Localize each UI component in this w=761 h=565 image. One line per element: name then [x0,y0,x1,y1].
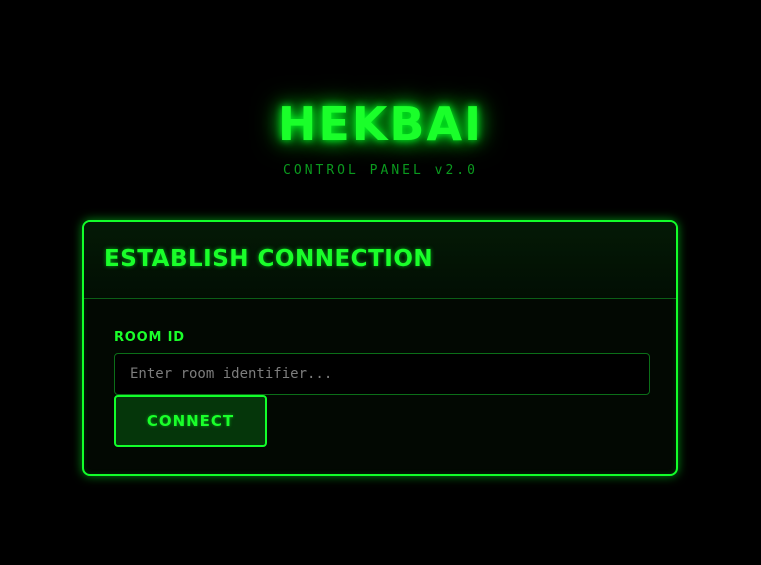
app-logo: HEKBAI [277,97,484,151]
card-title: ESTABLISH CONNECTION [104,246,434,272]
room-id-input[interactable] [114,353,650,395]
card-header: ESTABLISH CONNECTION [84,222,676,299]
connection-card: ESTABLISH CONNECTION ROOM ID CONNECT [82,220,678,476]
room-id-label: ROOM ID [114,330,185,345]
app-subtitle: CONTROL PANEL v2.0 [283,163,478,178]
connect-button[interactable]: CONNECT [114,395,267,447]
